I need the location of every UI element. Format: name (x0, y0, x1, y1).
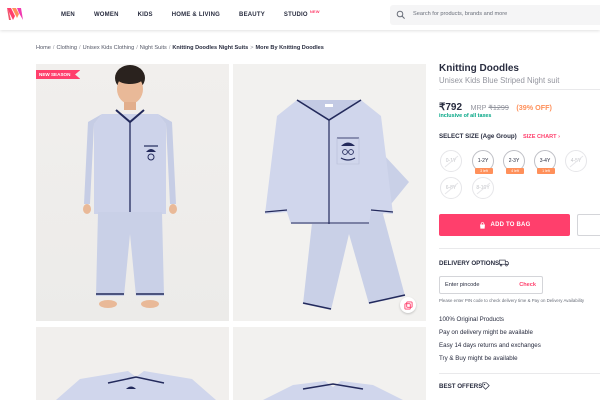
breadcrumb-night-suits[interactable]: Night Suits (140, 45, 167, 51)
size-option-2-3y[interactable]: 2-3Y 4 left (503, 150, 525, 174)
chevron-right-icon: › (558, 134, 560, 140)
stock-left-tag: 4 left (506, 168, 524, 174)
size-chart-label: SIZE CHART (523, 134, 557, 140)
size-label: 6-8Y (445, 185, 457, 191)
divider (439, 89, 600, 90)
breadcrumb-more-by-brand[interactable]: More By Knitting Doodles (256, 45, 324, 51)
tax-note: inclusive of all taxes (439, 113, 492, 119)
product-brand[interactable]: Knitting Doodles (439, 63, 519, 74)
product-image-closeup-1[interactable] (36, 327, 229, 400)
size-option-1-2y[interactable]: 1-2Y 3 left (472, 150, 494, 174)
nav-home-living[interactable]: HOME & LIVING (172, 12, 220, 18)
search-input[interactable]: Search for products, brands and more (413, 11, 507, 17)
pincode-note: Please enter PIN code to check delivery … (439, 298, 585, 303)
check-pincode-button[interactable]: Check (519, 282, 536, 288)
nav-beauty[interactable]: BEAUTY (239, 12, 265, 18)
divider (439, 248, 600, 249)
size-label: 8-10Y (476, 185, 490, 191)
product-image-closeup-2[interactable] (233, 327, 426, 400)
size-label: 0-1Y (445, 158, 457, 164)
size-option-8-10y: 8-10Y (472, 177, 494, 199)
breadcrumb-arrow: > (250, 45, 254, 51)
size-option-6-8y: 6-8Y (440, 177, 462, 199)
best-offers-title: BEST OFFERS (439, 383, 483, 390)
mrp-label: MRP (470, 103, 487, 112)
product-name: Unisex Kids Blue Striped Night suit (439, 76, 560, 85)
breadcrumb-separator: / (52, 45, 55, 51)
delivery-options-title: DELIVERY OPTIONS (439, 260, 500, 267)
nav-women[interactable]: WOMEN (94, 12, 119, 18)
wishlist-button[interactable] (577, 214, 600, 236)
size-label: 3-4Y (539, 158, 551, 164)
shirt-closeup-illustration (56, 371, 216, 400)
size-option-4-5y: 4-5Y (565, 150, 587, 172)
feature-pay-on-delivery: Pay on delivery might be available (439, 329, 533, 336)
myntra-logo[interactable] (6, 6, 24, 22)
truck-icon (499, 259, 509, 267)
new-season-badge: NEW SEASON (36, 70, 81, 79)
tag-icon (482, 382, 490, 390)
top-header: MEN WOMEN KIDS HOME & LIVING BEAUTY STUD… (0, 0, 600, 30)
nav-studio-label: STUDIO (283, 12, 308, 18)
breadcrumb-separator: / (136, 45, 138, 51)
bag-icon (479, 221, 485, 229)
breadcrumb-unisex-kids[interactable]: Unisex Kids Clothing (83, 45, 135, 51)
feature-try-buy: Try & Buy might be available (439, 355, 518, 362)
add-to-bag-button[interactable]: ADD TO BAG (439, 214, 570, 236)
size-label: 4-5Y (570, 158, 582, 164)
mrp: MRP ₹1299 (471, 103, 509, 112)
kid-in-nightsuit-illustration (83, 65, 177, 308)
breadcrumb-separator: / (168, 45, 171, 51)
stock-left-tag: 1 left (537, 168, 555, 174)
view-similar-button[interactable] (400, 297, 416, 313)
size-label: 2-3Y (508, 158, 520, 164)
pincode-field[interactable]: Enter pincode Check (439, 276, 543, 294)
product-image-flatlay[interactable] (233, 64, 426, 321)
add-to-bag-label: ADD TO BAG (490, 222, 531, 228)
breadcrumb-current: Knitting Doodles Night Suits (172, 45, 249, 51)
nav-kids[interactable]: KIDS (138, 12, 153, 18)
size-chart-link[interactable]: SIZE CHART › (523, 134, 560, 140)
feature-original: 100% Original Products (439, 316, 505, 323)
search-bar[interactable]: Search for products, brands and more (390, 5, 600, 25)
breadcrumb-clothing[interactable]: Clothing (56, 45, 77, 51)
shirt-collar-illustration (263, 381, 403, 400)
search-icon (396, 10, 405, 19)
size-label: 1-2Y (477, 158, 489, 164)
select-size-title: SELECT SIZE (Age Group) (439, 133, 517, 140)
mrp-value: ₹1299 (488, 103, 509, 112)
discount-percent: (39% OFF) (516, 103, 552, 112)
pincode-input[interactable]: Enter pincode (445, 282, 480, 288)
breadcrumb-separator: / (79, 45, 81, 51)
stock-left-tag: 3 left (475, 168, 493, 174)
nightsuit-flatlay-illustration (264, 99, 409, 310)
size-option-0-1y: 0-1Y (440, 150, 462, 172)
breadcrumb: Home / Clothing / Unisex Kids Clothing / Night… (36, 45, 324, 51)
nav-studio[interactable]: STUDIO NEW (283, 9, 320, 18)
new-badge: NEW (309, 9, 320, 14)
divider (439, 373, 600, 374)
nav-men[interactable]: MEN (61, 12, 75, 18)
feature-easy-returns: Easy 14 days returns and exchanges (439, 342, 541, 349)
main-nav: MEN WOMEN KIDS HOME & LIVING BEAUTY STUD… (61, 0, 327, 30)
size-option-3-4y[interactable]: 3-4Y 1 left (534, 150, 556, 174)
product-image-model[interactable]: NEW SEASON (36, 64, 229, 321)
selling-price: ₹792 (439, 102, 463, 113)
view-similar-icon (403, 300, 413, 310)
breadcrumb-home[interactable]: Home (36, 45, 51, 51)
